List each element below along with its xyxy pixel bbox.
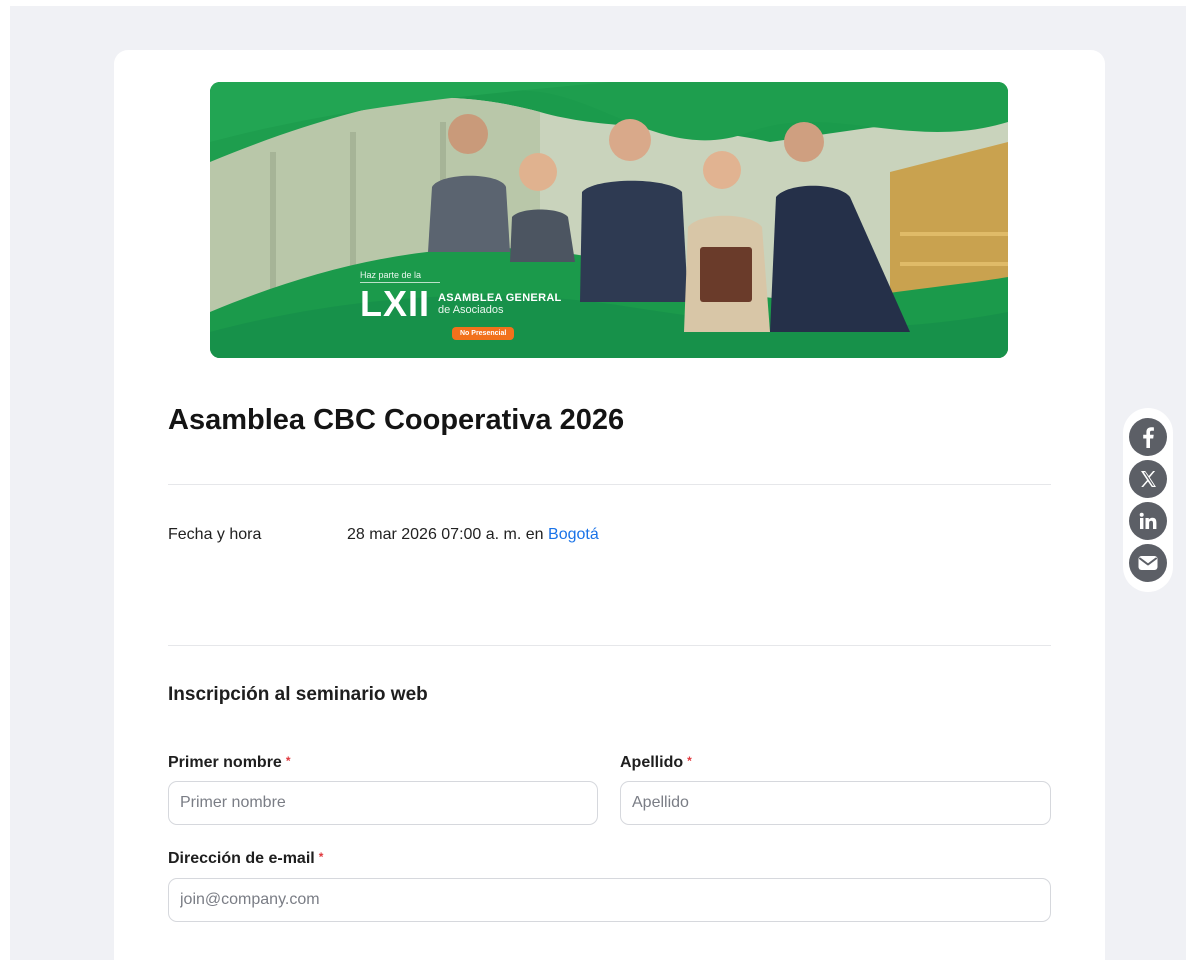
banner-subheadline: de Asociados bbox=[438, 304, 504, 316]
banner-tagline-underline bbox=[360, 282, 440, 283]
date-value-line: 28 mar 2026 07:00 a. m. en Bogotá bbox=[347, 526, 599, 544]
banner-headline-row: LXII ASAMBLEA GENERAL de Asociados bbox=[360, 283, 562, 324]
banner-background bbox=[210, 82, 1008, 358]
banner-headline-group: ASAMBLEA GENERAL de Asociados bbox=[438, 292, 562, 316]
social-share-bar bbox=[1123, 408, 1173, 592]
first-name-label-text: Primer nombre bbox=[168, 754, 282, 771]
email-label: Dirección de e-mail * bbox=[168, 850, 323, 868]
required-mark: * bbox=[285, 754, 291, 768]
event-title: Asamblea CBC Cooperativa 2026 bbox=[168, 404, 625, 436]
x-icon[interactable] bbox=[1129, 460, 1167, 498]
registration-section-title: Inscripción al seminario web bbox=[168, 684, 428, 705]
facebook-icon[interactable] bbox=[1129, 418, 1167, 456]
first-name-input[interactable] bbox=[168, 781, 598, 825]
email-input[interactable] bbox=[168, 878, 1051, 922]
first-name-label: Primer nombre * bbox=[168, 754, 290, 772]
banner-pill: No Presencial bbox=[452, 327, 515, 340]
date-value: 28 mar 2026 07:00 a. m. en bbox=[347, 526, 544, 543]
event-banner: Haz parte de la LXII ASAMBLEA GENERAL de… bbox=[210, 82, 1008, 358]
banner-tagline: Haz parte de la bbox=[360, 270, 422, 280]
required-mark: * bbox=[687, 754, 692, 768]
last-name-label: Apellido * bbox=[620, 754, 692, 772]
date-label: Fecha y hora bbox=[168, 526, 262, 543]
last-name-input[interactable] bbox=[620, 781, 1051, 825]
email-label-text: Dirección de e-mail bbox=[168, 850, 315, 867]
required-mark: * bbox=[318, 850, 324, 864]
last-name-label-text: Apellido bbox=[620, 754, 684, 771]
banner-roman-number: LXII bbox=[360, 283, 431, 324]
divider bbox=[168, 645, 1051, 646]
banner-text-block: Haz parte de la LXII ASAMBLEA GENERAL de… bbox=[360, 270, 562, 340]
linkedin-icon[interactable] bbox=[1129, 502, 1167, 540]
location-link[interactable]: Bogotá bbox=[548, 526, 599, 543]
banner-headline: ASAMBLEA GENERAL bbox=[438, 292, 562, 304]
email-icon[interactable] bbox=[1129, 544, 1167, 582]
divider bbox=[168, 484, 1051, 485]
